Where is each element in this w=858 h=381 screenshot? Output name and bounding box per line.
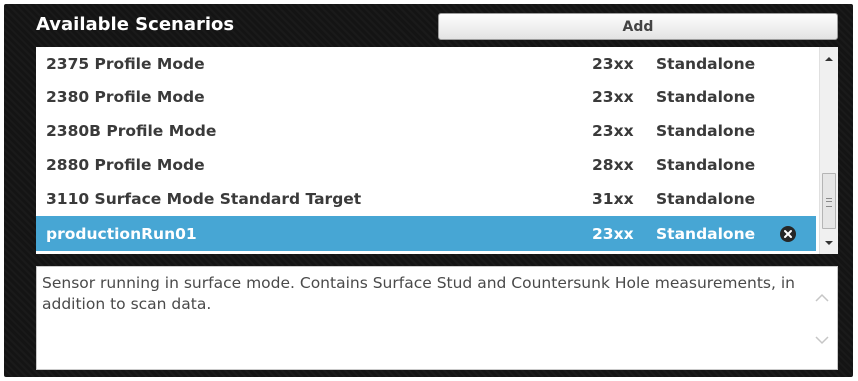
scenario-name: 3110 Surface Mode Standard Target [46,190,362,208]
scenario-name: productionRun01 [46,224,197,243]
scenario-name: 2380 Profile Mode [46,88,205,106]
description-textarea[interactable]: Sensor running in surface mode. Contains… [36,266,838,370]
scenario-model: 31xx [592,190,634,208]
scenario-row[interactable]: 2380B Profile Mode 23xx Standalone [36,114,816,148]
arrow-up-icon [825,57,833,61]
scenario-row[interactable]: 2880 Profile Mode 28xx Standalone [36,148,816,182]
arrow-down-icon [825,241,833,245]
scenario-row[interactable]: 2375 Profile Mode 23xx Standalone [36,47,816,80]
scenario-mode: Standalone [656,156,756,174]
grip-icon [826,198,832,207]
remove-circle-icon[interactable] [780,225,796,242]
scroll-thumb[interactable] [822,173,836,229]
scenario-list[interactable]: 2375 Profile Mode 23xx Standalone 2380 P… [36,47,838,254]
scenario-model: 23xx [592,122,634,140]
scenario-mode: Standalone [656,88,756,106]
scenario-name: 2880 Profile Mode [46,156,205,174]
chevron-down-icon [815,336,829,345]
list-scrollbar[interactable] [819,47,838,254]
scroll-down-button[interactable] [820,234,838,252]
desc-scroll-down[interactable] [814,333,830,347]
scenario-model: 23xx [592,88,634,106]
scenario-model: 28xx [592,156,634,174]
scenario-mode: Standalone [656,54,756,73]
scenario-name: 2375 Profile Mode [46,54,205,73]
scenario-mode: Standalone [656,190,756,208]
chevron-up-icon [815,293,829,302]
scenario-model: 23xx [592,54,634,73]
scenario-row-selected[interactable]: productionRun01 23xx Standalone [36,216,816,251]
scenario-model: 23xx [592,224,634,243]
scenario-mode: Standalone [656,224,756,243]
desc-scroll-up[interactable] [814,291,830,305]
scenario-row[interactable]: 3110 Surface Mode Standard Target 31xx S… [36,182,816,216]
scroll-up-button[interactable] [820,50,838,68]
scenario-rows: 2375 Profile Mode 23xx Standalone 2380 P… [36,47,816,251]
panel-title: Available Scenarios [36,14,235,35]
scenario-name: 2380B Profile Mode [46,122,217,140]
scenario-row[interactable]: 2380 Profile Mode 23xx Standalone [36,80,816,114]
scenario-mode: Standalone [656,122,756,140]
add-button[interactable]: Add [438,13,838,40]
description-text: Sensor running in surface mode. Contains… [42,274,795,313]
